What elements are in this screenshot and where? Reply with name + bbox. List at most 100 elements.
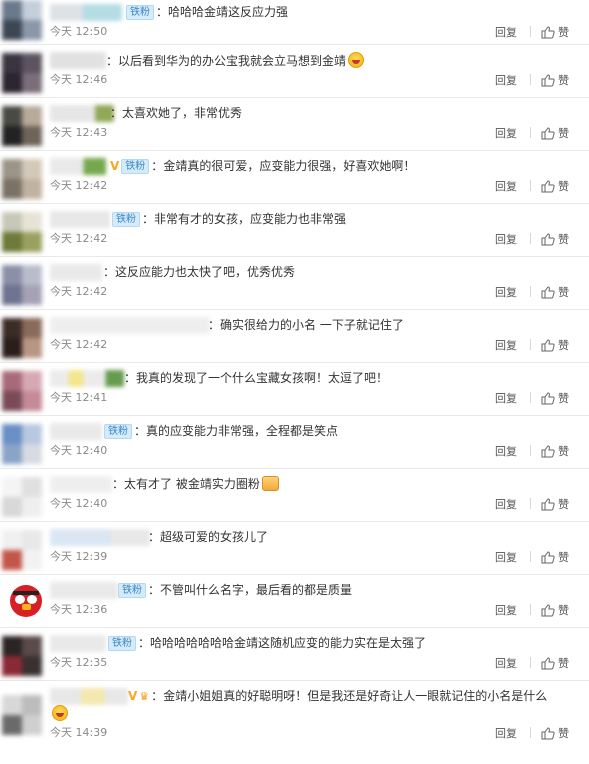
reply-button[interactable]: 回复: [495, 72, 517, 88]
thumbs-up-emoji-icon: [261, 476, 279, 491]
comment-time: 今天 12:35: [50, 656, 108, 669]
avatar[interactable]: [2, 424, 42, 464]
comment-actions: 回复 赞: [495, 231, 569, 249]
comment-actions: 回复 赞: [495, 24, 569, 42]
thumbs-up-icon: [541, 180, 555, 196]
comment-time: 今天 12:42: [50, 285, 108, 298]
divider: [530, 26, 531, 37]
username[interactable]: [50, 52, 106, 69]
comment-content: V 铁粉 ：金靖真的很可爱，应变能力很强，好喜欢她啊！: [110, 159, 416, 174]
reply-button[interactable]: 回复: [495, 125, 517, 141]
like-button[interactable]: 赞: [541, 496, 569, 514]
username[interactable]: [50, 423, 102, 440]
comment-actions: 回复 赞: [495, 496, 569, 514]
fan-badge: 铁粉: [112, 212, 140, 227]
like-button[interactable]: 赞: [541, 390, 569, 408]
like-button[interactable]: 赞: [541, 337, 569, 355]
divider: [530, 392, 531, 403]
thumbs-up-icon: [541, 498, 555, 514]
comment-time: 今天 12:46: [50, 73, 108, 86]
like-button[interactable]: 赞: [541, 24, 569, 42]
comment-text: 这反应能力也太快了吧，优秀优秀: [115, 265, 296, 279]
divider: [530, 127, 531, 138]
comment-content: ：超级可爱的女孩儿了: [148, 530, 269, 544]
comment-text: 金靖小姐姐真的好聪明呀！但是我还是好奇让人一眼就记住的小名是什么: [163, 689, 548, 703]
divider: [530, 657, 531, 668]
comment-content: 铁粉 ：非常有才的女孩，应变能力也非常强: [112, 211, 346, 228]
avatar[interactable]: [2, 636, 42, 676]
like-label: 赞: [558, 551, 569, 564]
comment-time: 今天 12:42: [50, 338, 108, 351]
like-button[interactable]: 赞: [541, 284, 569, 302]
divider: [530, 339, 531, 350]
reply-button[interactable]: 回复: [495, 496, 517, 512]
angry-bird-avatar[interactable]: [10, 585, 42, 617]
comment-text: 太喜欢她了，非常优秀: [122, 106, 243, 120]
comment-actions: 回复 赞: [495, 337, 569, 355]
reply-button[interactable]: 回复: [495, 443, 517, 459]
reply-button[interactable]: 回复: [495, 231, 517, 247]
username[interactable]: [50, 688, 128, 705]
comment-actions: 回复 赞: [495, 178, 569, 196]
reply-button[interactable]: 回复: [495, 24, 517, 40]
username[interactable]: [50, 317, 210, 334]
comment-content: 铁粉 ：不管叫什么名字，最后看的都是质量: [118, 582, 352, 599]
avatar[interactable]: [2, 477, 42, 517]
username[interactable]: [50, 264, 102, 281]
reply-button[interactable]: 回复: [495, 655, 517, 671]
laughing-emoji-icon: [52, 705, 68, 721]
like-button[interactable]: 赞: [541, 655, 569, 673]
like-button[interactable]: 赞: [541, 725, 569, 743]
divider: [530, 233, 531, 244]
username[interactable]: [50, 635, 106, 652]
like-label: 赞: [558, 392, 569, 405]
like-button[interactable]: 赞: [541, 549, 569, 567]
like-button[interactable]: 赞: [541, 443, 569, 461]
divider: [530, 286, 531, 297]
username[interactable]: [50, 582, 118, 599]
like-button[interactable]: 赞: [541, 125, 569, 143]
reply-button[interactable]: 回复: [495, 337, 517, 353]
reply-button[interactable]: 回复: [495, 390, 517, 406]
avatar[interactable]: [2, 371, 42, 411]
avatar[interactable]: [2, 106, 42, 146]
comment-list: 铁粉 ：哈哈哈金靖这反应力强 今天 12:50 回复赞 ：以后看到华为的办公宝我就…: [0, 0, 589, 750]
username[interactable]: [50, 370, 124, 387]
comment-text: 不管叫什么名字，最后看的都是质量: [160, 583, 353, 597]
comment-actions: 回复 赞: [495, 725, 569, 743]
avatar[interactable]: [2, 530, 42, 570]
comment-time: 今天 12:40: [50, 444, 108, 457]
reply-button[interactable]: 回复: [495, 284, 517, 300]
comment-content: ：以后看到华为的办公宝我就会立马想到金靖: [106, 52, 365, 70]
avatar[interactable]: [2, 159, 42, 199]
comment-item: ：确实很给力的小名 一下子就记住了 今天 12:42 回复 赞: [0, 310, 589, 363]
avatar[interactable]: [2, 695, 42, 735]
like-button[interactable]: 赞: [541, 602, 569, 620]
avatar[interactable]: [2, 265, 42, 305]
username[interactable]: [50, 211, 110, 228]
fan-badge: 铁粉: [118, 583, 146, 598]
avatar[interactable]: [2, 212, 42, 252]
avatar[interactable]: [2, 318, 42, 358]
like-button[interactable]: 赞: [541, 178, 569, 196]
like-button[interactable]: 赞: [541, 72, 569, 90]
reply-button[interactable]: 回复: [495, 549, 517, 565]
reply-button[interactable]: 回复: [495, 178, 517, 194]
reply-button[interactable]: 回复: [495, 725, 517, 741]
username[interactable]: [50, 158, 106, 175]
fan-badge: 铁粉: [104, 424, 132, 439]
like-label: 赞: [558, 74, 569, 87]
username[interactable]: [50, 4, 122, 21]
avatar[interactable]: [2, 53, 42, 93]
username[interactable]: [50, 529, 150, 546]
comment-text: 我真的发现了一个什么宝藏女孩啊！太逗了吧！: [136, 371, 389, 385]
reply-button[interactable]: 回复: [495, 602, 517, 618]
comment-actions: 回复 赞: [495, 443, 569, 461]
username[interactable]: [50, 476, 112, 493]
avatar[interactable]: [2, 0, 42, 40]
comment-time: 今天 12:39: [50, 550, 108, 563]
like-button[interactable]: 赞: [541, 231, 569, 249]
comment-item: 铁粉 ：哈哈哈哈哈哈哈金靖这随机应变的能力实在是太强了 今天 12:35 回复 赞: [0, 628, 589, 681]
thumbs-up-icon: [541, 233, 555, 249]
username[interactable]: [50, 105, 114, 122]
